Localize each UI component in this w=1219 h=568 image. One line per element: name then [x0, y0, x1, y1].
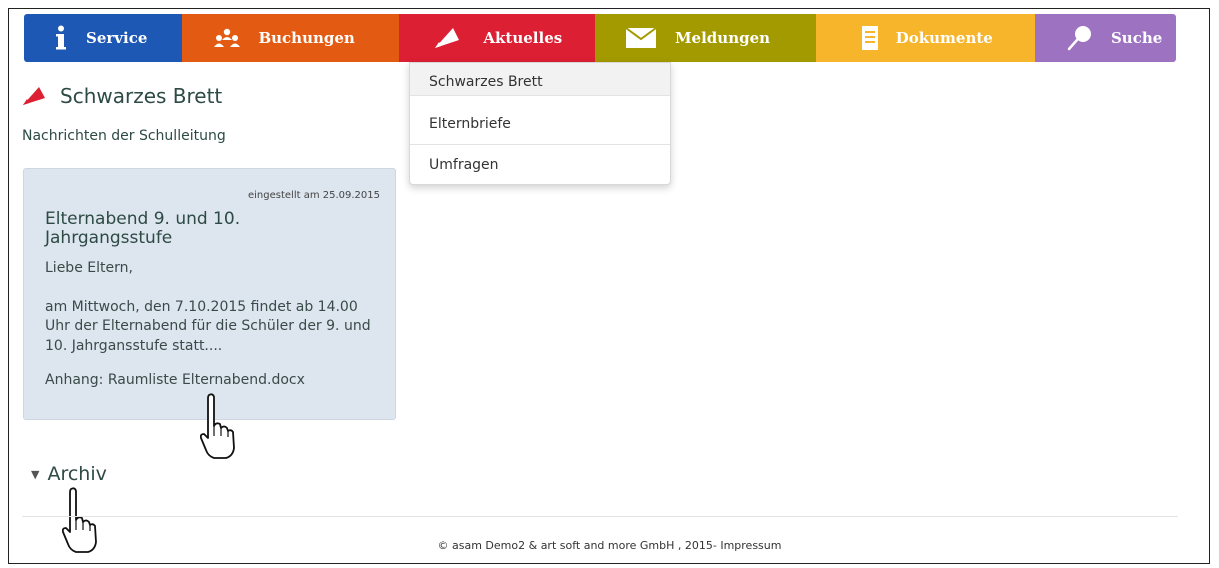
- nav-service[interactable]: Service: [24, 14, 183, 62]
- nav-suche-label: Suche: [1110, 29, 1163, 47]
- menu-item-elternbriefe[interactable]: Elternbriefe: [410, 104, 670, 145]
- menu-item-schwarzes-brett[interactable]: Schwarzes Brett: [410, 63, 670, 96]
- attachment-link[interactable]: Anhang: Raumliste Elternabend.docx: [45, 372, 305, 388]
- info-icon: [54, 25, 68, 51]
- nav-buchungen[interactable]: Buchungen: [182, 14, 400, 62]
- nav-meldungen[interactable]: Meldungen: [594, 14, 816, 62]
- nav-aktuelles[interactable]: Aktuelles: [399, 14, 595, 62]
- news-date: eingestellt am 25.09.2015: [247, 190, 380, 201]
- hand-cursor-icon: [199, 392, 240, 468]
- main-navigation: Service Buchungen Aktuelles Meldungen Do…: [24, 14, 1176, 62]
- news-greeting: Liebe Eltern,: [45, 260, 133, 276]
- footer-text: © asam Demo2 & art soft and more GmbH , …: [437, 539, 782, 552]
- document-icon: [861, 26, 878, 50]
- people-icon: [214, 28, 241, 48]
- footer-divider: [22, 516, 1178, 517]
- megaphone-icon: [22, 85, 48, 107]
- page-title: Schwarzes Brett: [60, 84, 223, 108]
- page-heading: Schwarzes Brett: [22, 84, 222, 108]
- search-icon: [1067, 25, 1093, 51]
- news-title: Elternabend 9. und 10. Jahrgangsstufe: [45, 209, 241, 248]
- nav-aktuelles-label: Aktuelles: [483, 29, 563, 47]
- nav-dokumente-label: Dokumente: [895, 29, 993, 47]
- envelope-icon: [625, 27, 657, 49]
- menu-item-umfragen[interactable]: Umfragen: [410, 145, 670, 185]
- news-text: am Mittwoch, den 7.10.2015 findet ab 14.…: [45, 298, 371, 354]
- triangle-down-icon: ▼: [31, 467, 40, 481]
- nav-service-label: Service: [86, 29, 148, 47]
- nav-suche[interactable]: Suche: [1034, 14, 1176, 62]
- news-body: Liebe Eltern, am Mittwoch, den 7.10.2015…: [45, 259, 385, 356]
- nav-buchungen-label: Buchungen: [258, 29, 355, 47]
- megaphone-icon: [433, 26, 463, 50]
- nav-meldungen-label: Meldungen: [674, 29, 771, 47]
- news-card: eingestellt am 25.09.2015 Elternabend 9.…: [23, 168, 396, 420]
- page-subtitle: Nachrichten der Schulleitung: [22, 128, 226, 144]
- archive-label: Archiv: [47, 463, 107, 485]
- archive-toggle[interactable]: ▼ Archiv: [31, 463, 107, 485]
- nav-dokumente[interactable]: Dokumente: [815, 14, 1035, 62]
- aktuelles-dropdown-menu: Schwarzes Brett Elternbriefe Umfragen: [409, 62, 671, 185]
